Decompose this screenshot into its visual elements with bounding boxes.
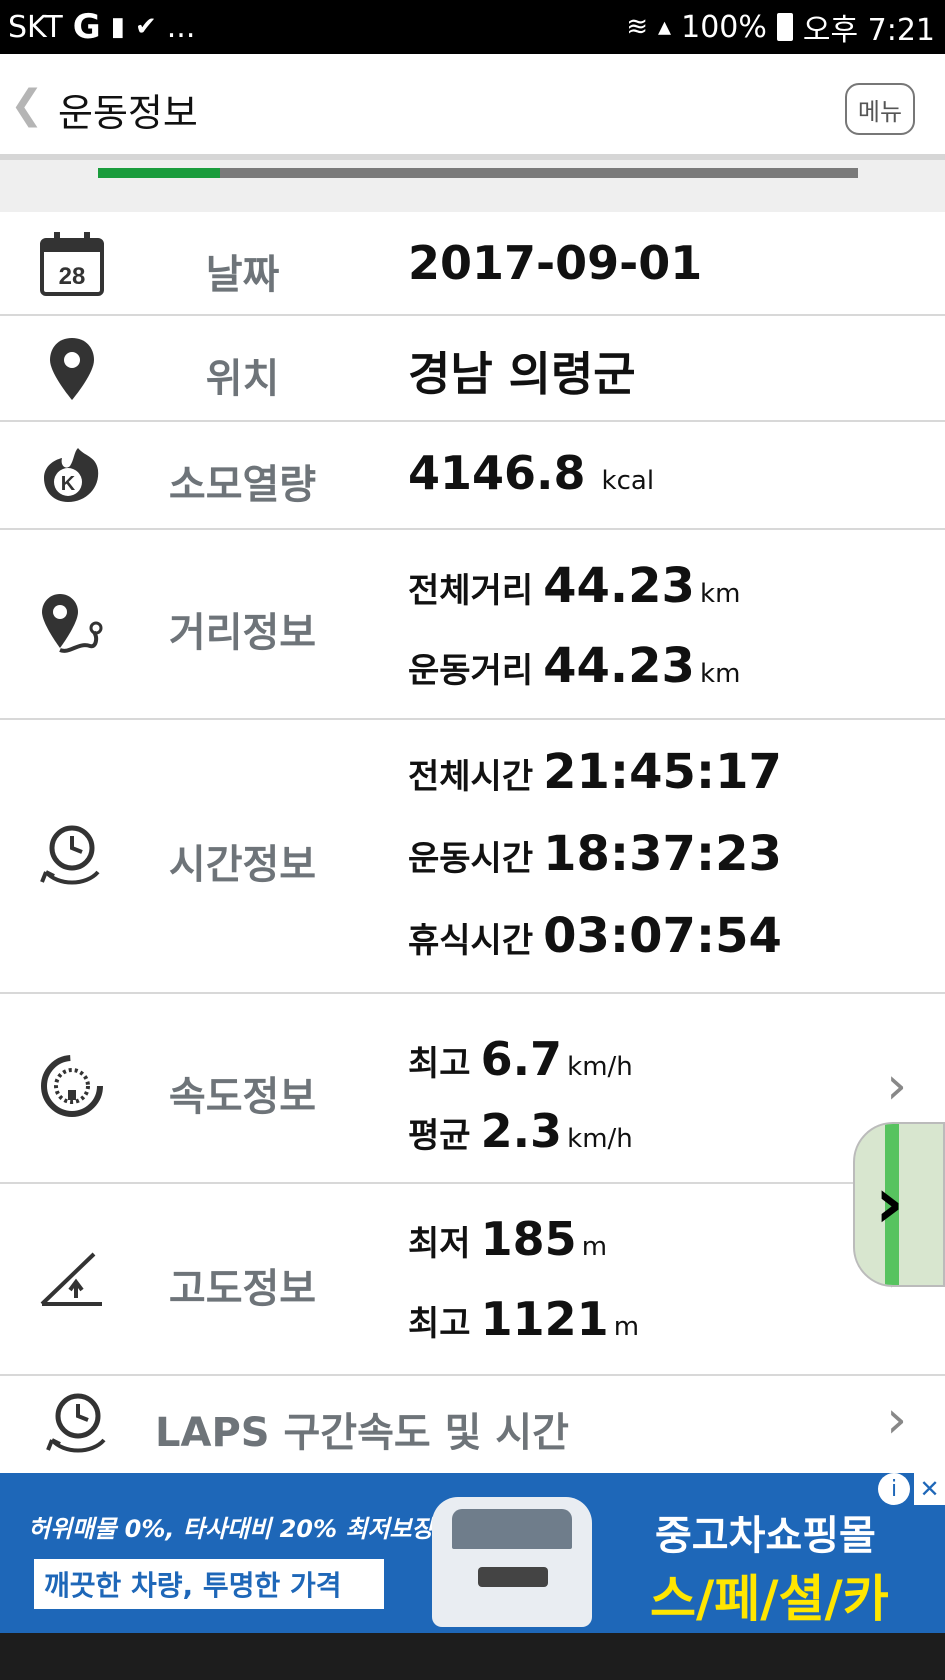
- network-mark: G: [72, 7, 101, 47]
- ad-car-window: [452, 1509, 572, 1549]
- max-speed: 최고 6.7 km/h: [408, 1032, 633, 1086]
- page-title: 운동정보: [58, 91, 198, 135]
- map-shortcut-widget[interactable]: ›: [853, 1122, 945, 1287]
- ad-car-grill: [478, 1567, 548, 1587]
- avg-speed-unit: km/h: [567, 1124, 633, 1154]
- back-chevron-icon[interactable]: ❮: [10, 82, 44, 128]
- altitude-row[interactable]: 고도정보 최저185 m 최고1121 m ›: [0, 1184, 945, 1376]
- avg-speed-key: 평균: [408, 1116, 471, 1156]
- battery-percent: 100%: [681, 9, 767, 45]
- total-distance: 전체거리 44.23 km: [408, 558, 740, 614]
- app-header: ❮ 운동정보 메뉴: [0, 54, 945, 160]
- ad-car-image: [432, 1497, 592, 1627]
- rest-time-value: 03:07:54: [543, 908, 782, 964]
- ad-title: 중고차쇼핑몰: [655, 1513, 876, 1559]
- kcal-fire-icon: K: [44, 448, 99, 502]
- battery-icon: [776, 13, 793, 41]
- location-row: 위치 경남 의령군: [0, 316, 945, 422]
- max-altitude: 최고 1121 m: [408, 1292, 639, 1346]
- message-icon: ▮: [110, 12, 125, 42]
- rest-time-key: 휴식시간: [408, 921, 534, 961]
- calories-label: 소모열량: [168, 462, 317, 508]
- more-notifications: ...: [166, 9, 196, 45]
- avg-speed: 평균 2.3 km/h: [408, 1104, 633, 1158]
- menu-button[interactable]: 메뉴: [845, 83, 915, 135]
- altitude-label: 고도정보: [168, 1266, 317, 1312]
- speed-label: 속도정보: [168, 1074, 317, 1120]
- speed-detail-chevron-icon[interactable]: ›: [886, 1056, 907, 1116]
- location-value: 경남 의령군: [408, 347, 636, 401]
- exercise-time: 운동시간 18:37:23: [408, 826, 782, 882]
- max-speed-value: 6.7: [480, 1032, 563, 1086]
- exercise-distance-key: 운동거리: [408, 651, 534, 691]
- distance-row: 거리정보 전체거리 44.23 km 운동거리 44.23 km: [0, 530, 945, 720]
- ad-subtitle-box: 깨끗한 차량, 투명한 가격: [34, 1559, 384, 1609]
- carrier-label: SKT: [8, 9, 63, 45]
- date-row: 28 날짜 2017-09-01: [0, 212, 945, 316]
- date-value: 2017-09-01: [408, 236, 703, 290]
- clock: 오후 7:21: [802, 13, 935, 48]
- laps-clock-icon: [46, 1393, 106, 1453]
- total-distance-key: 전체거리: [408, 571, 534, 611]
- max-speed-key: 최고: [408, 1044, 471, 1084]
- min-altitude-key: 최저: [408, 1224, 471, 1264]
- signal-icon: ▴: [658, 12, 672, 42]
- wifi-icon: ≋: [626, 12, 649, 42]
- time-row: 시간정보 전체시간 21:45:17 운동시간 18:37:23 휴식시간 03:07…: [0, 720, 945, 994]
- svg-text:28: 28: [59, 263, 86, 290]
- exercise-distance: 운동거리 44.23 km: [408, 638, 740, 694]
- min-altitude: 최저 185 m: [408, 1212, 607, 1266]
- progress-fill: [98, 168, 220, 178]
- calories-unit: kcal: [601, 466, 655, 496]
- exercise-distance-value: 44.23: [543, 638, 695, 694]
- speedometer-icon: [41, 1055, 103, 1117]
- calendar-icon: 28: [40, 232, 104, 296]
- max-altitude-unit: m: [613, 1312, 640, 1342]
- location-label: 위치: [205, 356, 280, 402]
- min-altitude-value: 185: [480, 1212, 577, 1266]
- date-label: 날짜: [205, 252, 280, 298]
- ad-info-icon[interactable]: i: [878, 1473, 910, 1505]
- check-notification-icon: ✔: [134, 12, 157, 42]
- total-time: 전체시간 21:45:17: [408, 744, 782, 800]
- ad-banner[interactable]: 허위매물 0%, 타사대비 20% 최저보장 깨끗한 차량, 투명한 가격 중고…: [0, 1473, 945, 1633]
- total-distance-value: 44.23: [543, 558, 695, 614]
- svg-text:K: K: [61, 473, 76, 495]
- location-pin-icon: [50, 338, 94, 400]
- calories-value: 4146.8: [408, 446, 586, 500]
- exercise-time-key: 운동시간: [408, 839, 534, 879]
- ad-tagline: 허위매물 0%, 타사대비 20% 최저보장: [28, 1515, 434, 1543]
- total-time-key: 전체시간: [408, 757, 534, 797]
- exercise-distance-unit: km: [700, 659, 741, 689]
- total-distance-unit: km: [700, 579, 741, 609]
- altitude-slope-icon: [40, 1252, 102, 1306]
- calories-row: K 소모열량 4146.8 kcal: [0, 422, 945, 530]
- max-altitude-value: 1121: [480, 1292, 609, 1346]
- status-bar: SKT G ▮ ✔ ... ≋ ▴ 100% 오후 7:21: [0, 0, 945, 54]
- route-pin-icon: [42, 594, 103, 653]
- avg-speed-value: 2.3: [480, 1104, 563, 1158]
- rest-time: 휴식시간 03:07:54: [408, 908, 782, 964]
- exercise-time-value: 18:37:23: [543, 826, 782, 882]
- speed-row[interactable]: 속도정보 최고 6.7 km/h 평균 2.3 km/h ›: [0, 994, 945, 1184]
- bottom-background: [0, 1633, 945, 1680]
- laps-chevron-icon[interactable]: ›: [886, 1390, 907, 1450]
- laps-label: LAPS 구간속도 및 시간: [155, 1410, 569, 1456]
- laps-row[interactable]: LAPS 구간속도 및 시간 ›: [0, 1376, 945, 1473]
- time-label: 시간정보: [168, 842, 317, 888]
- ad-close-icon[interactable]: ✕: [914, 1473, 945, 1505]
- max-speed-unit: km/h: [567, 1052, 633, 1082]
- total-time-value: 21:45:17: [543, 744, 782, 800]
- distance-label: 거리정보: [168, 610, 317, 656]
- ad-brand: 스/페/셜/카: [650, 1570, 889, 1628]
- min-altitude-unit: m: [581, 1232, 608, 1262]
- max-altitude-key: 최고: [408, 1304, 471, 1344]
- calories-value-group: 4146.8 kcal: [408, 446, 654, 500]
- clock-cycle-icon: [40, 825, 100, 885]
- progress-strip: [0, 160, 945, 212]
- map-arrow-icon: ›: [875, 1162, 904, 1244]
